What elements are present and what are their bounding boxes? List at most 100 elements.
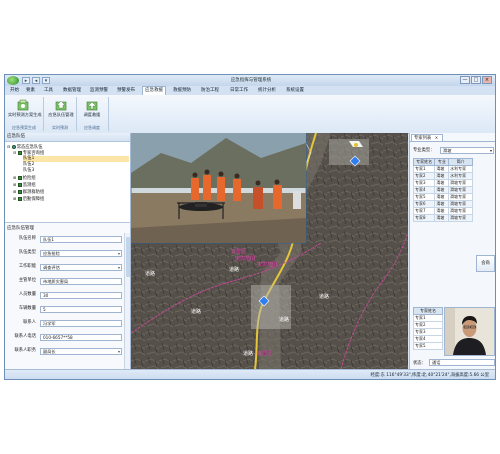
table-row[interactable]: 专家4 [413, 335, 443, 343]
map-view[interactable]: 安置区 灾害范围 灾害范围 安置区 道路 道路 道路 道路 道路 道路 [131, 133, 408, 369]
ribbon-separator [108, 97, 109, 131]
checkbox-icon[interactable] [17, 182, 22, 187]
menu-item-daily-work[interactable]: 日常工作 [228, 87, 250, 94]
collapse-icon[interactable]: ⊟ [7, 144, 10, 149]
expertise-type-select[interactable]: 滑坡 [440, 147, 494, 154]
table-row[interactable]: 专家3 [413, 328, 443, 336]
quick-access-button[interactable]: ▸ [22, 77, 30, 84]
menu-item-statistics[interactable]: 统计分析 [256, 87, 278, 94]
call-status-field[interactable]: 通话 [429, 359, 495, 366]
table-row[interactable]: 专家8 滑坡 滑坡专家 [412, 214, 473, 222]
personnel-count-field[interactable]: 30 [40, 291, 122, 299]
map-label-shelter: 安置区 [231, 248, 246, 255]
quick-access-button[interactable]: ◂ [32, 77, 40, 84]
column-header[interactable]: 专家姓名 [413, 307, 443, 315]
team-type-select[interactable]: 应急抢险 [40, 249, 122, 257]
menu-item-start[interactable]: 开始 [8, 87, 21, 94]
menu-item-tools[interactable]: 工具 [42, 87, 55, 94]
window-title: 应急指挥与管理系统 [230, 78, 272, 83]
table-cell: 专家3 [413, 328, 443, 336]
checkbox-icon[interactable] [17, 196, 22, 201]
table-cell: 滑坡专家 [448, 179, 473, 187]
table-row[interactable]: 专家6 滑坡 滑坡专家 [412, 200, 473, 208]
contact-field[interactable]: 冯学军 [40, 319, 122, 327]
right-panel: 专家列表 × 专业类型： 滑坡 专家姓名 专业 简介 专家1滑坡水利专家 专家2… [409, 133, 495, 369]
close-button[interactable]: × [482, 76, 492, 84]
table-row[interactable]: 专家3 滑坡 滑坡专家 [412, 179, 473, 187]
left-panel: 应急队伍 ⊟ 常态应急队伍 ⊟ 专家咨询组 队伍1 队伍2 队伍3 ⊞ 抢险组 … [5, 133, 131, 369]
camera-marker-icon[interactable] [354, 143, 358, 147]
dispatch-rescue-button[interactable]: 调度救援 [77, 97, 107, 123]
menu-item-data-management[interactable]: 数据管理 [61, 87, 83, 94]
tree-node-mass-group[interactable]: ⊞ 群测群防组 [13, 189, 44, 195]
unit-field[interactable]: 市地质灾害局 [40, 277, 122, 285]
table-row[interactable]: 专家1 [413, 314, 443, 322]
menu-item-monitoring[interactable]: 监测预警 [88, 87, 110, 94]
table-cell: 水利专家 [448, 172, 473, 180]
menu-item-engineering[interactable]: 防治工程 [199, 87, 221, 94]
plan-generate-icon [17, 99, 29, 111]
tree-node-rescue-group[interactable]: ⊞ 抢险组 [13, 175, 36, 181]
table-row[interactable]: 专家5 [413, 342, 443, 350]
globe-icon [11, 144, 16, 149]
table-cell: 专家2 [413, 321, 443, 329]
realtime-plan-button[interactable]: 实时预测方案生成 [8, 97, 42, 123]
tree-node-team-1[interactable]: 队伍1 [23, 156, 129, 162]
table-cell: 专家7 [412, 207, 436, 215]
expert-table: 专家姓名 专业 简介 专家1 滑坡 水利专家 专家2 滑坡 水利专家 专家3 滑坡 滑坡专家… [412, 158, 473, 222]
expand-icon[interactable]: ⊞ [13, 196, 16, 201]
scrollbar-thumb[interactable] [125, 237, 130, 277]
collapse-icon[interactable]: ⊟ [13, 150, 16, 155]
expand-icon[interactable]: ⊞ [13, 175, 16, 180]
video-call-view[interactable] [444, 307, 495, 356]
expand-icon[interactable]: ⊞ [13, 189, 16, 194]
checkbox-icon[interactable] [17, 150, 22, 155]
map-label-road: 道路 [243, 350, 253, 357]
form-scrollbar[interactable] [124, 233, 130, 369]
consult-expert-table: 专家姓名 专家1 专家2 专家3 专家4 专家5 [413, 307, 443, 350]
column-header[interactable]: 专业 [434, 158, 450, 166]
menu-item-elements[interactable]: 要素 [24, 87, 37, 94]
column-header[interactable]: 简介 [448, 158, 473, 166]
map-label-road: 道路 [279, 316, 289, 323]
table-row[interactable]: 专家4 滑坡 滑坡专家 [412, 186, 473, 194]
checkbox-icon[interactable] [17, 175, 22, 180]
app-window: ▸ ◂ ▾ 应急指挥与管理系统 — □ × 开始 要素 工具 数据管理 监测预警… [4, 74, 496, 380]
quick-access-menu-button[interactable]: ▾ [42, 77, 50, 84]
table-row[interactable]: 专家7 滑坡 滑坡专家 [412, 207, 473, 215]
table-cell: 滑坡 [434, 179, 450, 187]
phone-field[interactable]: 010-6657**58 [40, 333, 122, 341]
ribbon-group-label: 应急预案生成 [12, 125, 36, 130]
table-cell: 滑坡 [434, 200, 450, 208]
expand-icon[interactable]: ⊞ [13, 182, 16, 187]
table-row[interactable]: 专家2 滑坡 水利专家 [412, 172, 473, 180]
tab-expert-list[interactable]: 专家列表 × [411, 134, 443, 141]
checkbox-icon[interactable] [17, 189, 22, 194]
field-label: 人员数量 [18, 292, 36, 297]
table-row[interactable]: 专家1 滑坡 水利专家 [412, 165, 473, 173]
map-label-road: 道路 [229, 266, 239, 273]
vehicle-count-field[interactable]: 5 [40, 305, 122, 313]
column-header[interactable]: 专家姓名 [412, 158, 436, 166]
consult-button[interactable]: 会商 [476, 255, 495, 272]
team-name-field[interactable]: 队伍1 [40, 235, 122, 243]
app-logo-icon[interactable] [7, 76, 19, 85]
contact-title-select[interactable]: 副局长 [40, 347, 122, 355]
team-management-button[interactable]: 应急队伍管理 [46, 97, 76, 123]
table-row[interactable]: 专家2 [413, 321, 443, 329]
tree-node-logistics-group[interactable]: ⊞ 后勤保障组 [13, 196, 44, 202]
menu-item-rescue-prevention[interactable]: 救援预防 [171, 87, 193, 94]
tree-node-monitor-group[interactable]: ⊞ 监测组 [13, 182, 36, 188]
tree-node-team-3[interactable]: 队伍3 [23, 168, 34, 174]
call-status-label: 状态： [413, 361, 426, 366]
minimize-button[interactable]: — [460, 76, 470, 84]
team-form-header: 应急队伍管理 [7, 226, 34, 231]
form-row-phone: 联系人电话 010-6657**58 [5, 333, 123, 341]
menu-item-warning-release[interactable]: 预警发布 [115, 87, 137, 94]
table-row[interactable]: 专家5 滑坡 滑坡专家 [412, 193, 473, 201]
terrain-map[interactable]: 安置区 灾害范围 灾害范围 安置区 道路 道路 道路 道路 道路 道路 [131, 133, 408, 369]
maximize-button[interactable]: □ [471, 76, 481, 84]
table-cell: 专家1 [413, 314, 443, 322]
function-select[interactable]: 调查评估 [40, 263, 122, 271]
menu-item-settings[interactable]: 系统设置 [284, 87, 306, 94]
